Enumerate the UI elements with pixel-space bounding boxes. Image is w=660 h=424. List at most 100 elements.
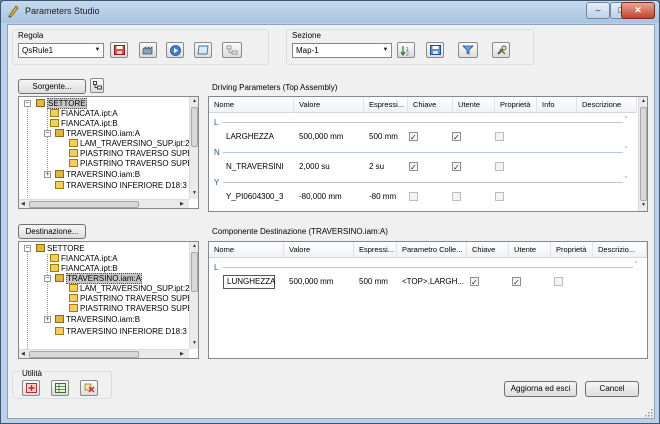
tree-node[interactable]: FIANCATA.ipt:A	[50, 254, 118, 264]
tree-node[interactable]: TRAVERSINO.iam:A	[55, 273, 143, 284]
title-bar[interactable]: Parameters Studio – □ ✕	[1, 1, 659, 23]
save-red-button[interactable]	[110, 42, 128, 58]
sort-button[interactable]: 12	[397, 42, 415, 58]
factory-button[interactable]	[139, 42, 157, 58]
table-row[interactable]: LUNGHEZZA 500,000 mm 500 mm <TOP>.LARGH.…	[209, 275, 647, 290]
collapse-caret-icon[interactable]: ˆ	[625, 147, 627, 154]
componente-grid[interactable]: Nome Valore Espressi... Parametro Colle.…	[208, 241, 648, 359]
tree-options-button[interactable]	[90, 78, 104, 93]
scroll-thumb[interactable]	[29, 201, 139, 208]
tree-node[interactable]: LAM_TRAVERSINO_SUP.ipt:2	[69, 139, 190, 149]
tree-button[interactable]	[222, 42, 242, 58]
scroll-down-icon[interactable]: ▼	[641, 202, 646, 209]
tree-node[interactable]: TRAVERSINO INFERIORE D18:3	[55, 327, 187, 337]
scroll-up-icon[interactable]: ▲	[192, 98, 197, 105]
collapse-caret-icon[interactable]: ˆ	[625, 117, 627, 124]
collapse-icon[interactable]: −	[44, 275, 51, 282]
col-nome[interactable]: Nome	[209, 242, 284, 258]
collapse-icon[interactable]: −	[24, 245, 31, 252]
driving-vscroll[interactable]: ▲ ▼	[638, 97, 647, 211]
dest-tree-vscroll[interactable]: ▲ ▼	[189, 242, 198, 349]
tree-node[interactable]: FIANCATA.ipt:B	[50, 119, 118, 129]
tree-node[interactable]: FIANCATA.ipt:A	[50, 109, 118, 119]
regola-combo[interactable]: QsRule1 ▼	[18, 43, 104, 58]
play-button[interactable]	[166, 42, 184, 58]
proprieta-checkbox[interactable]	[495, 162, 504, 171]
tree-node[interactable]: PIASTRINO TRAVERSO SUPER	[69, 304, 198, 314]
scroll-thumb[interactable]	[191, 107, 198, 147]
scroll-right-icon[interactable]: ▶	[180, 351, 184, 358]
scroll-up-icon[interactable]: ▲	[192, 243, 197, 250]
chiave-checkbox[interactable]	[409, 131, 418, 145]
sezione-combo[interactable]: Map-1 ▼	[292, 43, 392, 58]
tree-node[interactable]: TRAVERSINO INFERIORE D18:3	[55, 181, 187, 191]
col-utente[interactable]: Utente	[453, 97, 495, 113]
proprieta-checkbox[interactable]	[495, 132, 504, 141]
utente-checkbox[interactable]	[512, 276, 521, 290]
col-chiave[interactable]: Chiave	[408, 97, 453, 113]
col-espressione[interactable]: Espressi...	[354, 242, 397, 258]
expand-icon[interactable]: +	[44, 316, 51, 323]
proprieta-checkbox[interactable]	[495, 192, 504, 201]
col-nome[interactable]: Nome	[209, 97, 294, 113]
resize-grip-icon[interactable]	[644, 408, 653, 417]
scroll-left-icon[interactable]: ◀	[21, 351, 25, 358]
chiave-checkbox[interactable]	[470, 276, 479, 290]
sorgente-button[interactable]: Sorgente...	[18, 79, 86, 94]
col-proprieta[interactable]: Proprietà	[495, 97, 537, 113]
source-tree[interactable]: − SETTORE FIANCATA.ipt:A FIANCATA.ipt:B …	[18, 96, 199, 209]
scroll-right-icon[interactable]: ▶	[180, 201, 184, 208]
source-tree-vscroll[interactable]: ▲ ▼	[189, 97, 198, 199]
tree-node[interactable]: TRAVERSINO.iam:B	[55, 170, 140, 180]
scroll-down-icon[interactable]: ▼	[192, 340, 197, 347]
utente-checkbox[interactable]	[452, 192, 461, 201]
tree-node[interactable]: TRAVERSINO.iam:A	[55, 129, 140, 139]
chiave-checkbox[interactable]	[409, 192, 418, 201]
col-descrizione[interactable]: Descrizione	[577, 97, 637, 113]
source-tree-hscroll[interactable]: ◀ ▶	[19, 199, 189, 208]
table-row[interactable]: N_TRAVERSINI 2,000 su 2 su	[209, 160, 637, 175]
col-info[interactable]: Info	[537, 97, 577, 113]
tree-node[interactable]: PIASTRINO TRAVERSO SUPER	[69, 294, 198, 304]
collapse-caret-icon[interactable]: ˆ	[635, 262, 637, 269]
col-valore[interactable]: Valore	[284, 242, 354, 258]
col-parametro[interactable]: Parametro Colle...	[397, 242, 467, 258]
sheet-button[interactable]	[194, 42, 212, 58]
table-row[interactable]: LARGHEZZA 500,000 mm 500 mm	[209, 130, 637, 145]
dest-tree[interactable]: − SETTORE FIANCATA.ipt:A FIANCATA.ipt:B …	[18, 241, 199, 359]
tree-node[interactable]: PIASTRINO TRAVERSO SUPER	[69, 149, 198, 159]
col-proprieta[interactable]: Proprietà	[551, 242, 593, 258]
utente-checkbox[interactable]	[452, 161, 461, 175]
remove-link-button[interactable]	[80, 380, 98, 396]
collapse-icon[interactable]: −	[44, 130, 51, 137]
filter-button[interactable]	[458, 42, 478, 58]
proprieta-checkbox[interactable]	[554, 277, 563, 286]
col-utente[interactable]: Utente	[509, 242, 551, 258]
dest-tree-hscroll[interactable]: ◀ ▶	[19, 349, 189, 358]
col-descrizione[interactable]: Descrizio...	[593, 242, 647, 258]
driving-grid[interactable]: Nome Valore Espressi... Chiave Utente Pr…	[208, 96, 648, 212]
scroll-up-icon[interactable]: ▲	[641, 98, 646, 105]
tree-node[interactable]: LAM_TRAVERSINO_SUP.ipt:2	[69, 284, 190, 294]
scroll-thumb[interactable]	[29, 351, 139, 358]
chiave-checkbox[interactable]	[409, 161, 418, 175]
aggiorna-ed-esci-button[interactable]: Aggiorna ed esci	[504, 381, 577, 397]
col-espressione[interactable]: Espressi...	[364, 97, 408, 113]
destinazione-button[interactable]: Destinazione...	[18, 224, 86, 239]
scroll-left-icon[interactable]: ◀	[21, 201, 25, 208]
tree-node[interactable]: SETTORE	[36, 98, 87, 109]
expand-icon[interactable]: +	[44, 171, 51, 178]
minimize-button[interactable]: –	[586, 2, 610, 19]
scroll-down-icon[interactable]: ▼	[192, 190, 197, 197]
add-red-button[interactable]	[22, 380, 40, 396]
scroll-thumb[interactable]	[640, 107, 647, 201]
col-valore[interactable]: Valore	[294, 97, 364, 113]
collapse-icon[interactable]: −	[24, 100, 31, 107]
tree-node[interactable]: SETTORE	[36, 244, 85, 254]
col-chiave[interactable]: Chiave	[467, 242, 509, 258]
save-blue-button[interactable]	[426, 42, 444, 58]
cancel-button[interactable]: Cancel	[585, 381, 639, 397]
table-button[interactable]	[51, 380, 69, 396]
tree-node[interactable]: TRAVERSINO.iam:B	[55, 315, 140, 325]
table-row[interactable]: Y_PI0604300_3 -80,000 mm -80 mm	[209, 190, 637, 204]
